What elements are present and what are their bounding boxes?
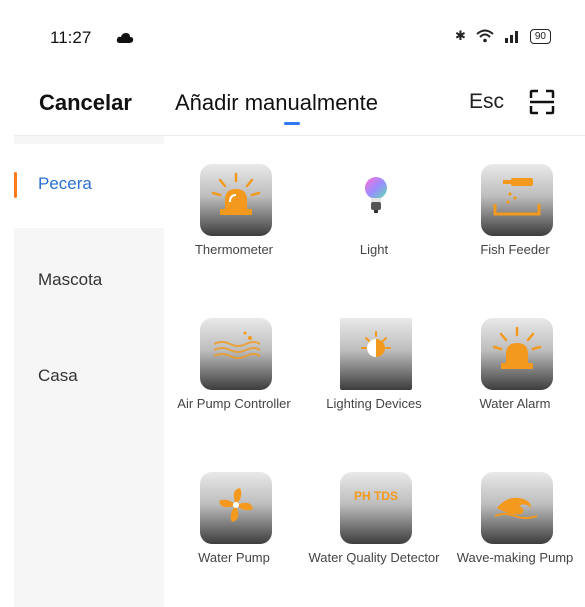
wifi-icon — [476, 29, 494, 43]
app-frame: 11:27 ✱ 90 Cancelar Añadir manualmente E… — [14, 10, 585, 607]
device-label: Water Alarm — [479, 396, 551, 411]
scan-icon[interactable] — [529, 89, 555, 115]
device-label: Thermometer — [194, 242, 274, 257]
esc-label[interactable]: Esc — [469, 90, 504, 114]
light-bulb-icon — [340, 164, 412, 236]
vibrate-icon: ✱ — [454, 28, 466, 43]
device-thermometer[interactable]: Thermometer — [164, 144, 304, 284]
device-fish-feeder[interactable]: Fish Feeder — [445, 144, 585, 284]
signal-icon — [504, 31, 518, 43]
status-time: 11:27 — [50, 28, 92, 47]
device-label: Lighting Devices — [326, 396, 422, 411]
status-icons: ✱ 90 — [455, 28, 551, 44]
battery-icon: 90 — [529, 28, 551, 44]
device-label: Light — [359, 242, 389, 257]
alarm-light-icon — [200, 164, 272, 236]
device-label: Air Pump Controller — [177, 396, 291, 411]
device-label: Wave-making Pump — [456, 550, 574, 565]
page-title: Añadir manualmente — [175, 90, 379, 115]
device-grid: Thermometer Light Fish Feeder Air Pump C… — [164, 136, 585, 607]
device-wave-making-pump[interactable]: Wave-making Pump — [445, 452, 585, 592]
lighting-devices-icon — [340, 318, 412, 390]
header: Cancelar Añadir manualmente Esc — [14, 60, 585, 136]
title-indicator — [284, 122, 300, 125]
device-air-pump-controller[interactable]: Air Pump Controller — [164, 298, 304, 438]
category-sidebar: Pecera Mascota Casa — [14, 136, 164, 607]
sidebar-item-pecera[interactable]: Pecera — [14, 144, 164, 228]
device-label: Water Pump — [198, 550, 270, 565]
device-label: Fish Feeder — [480, 242, 550, 257]
cloud-icon — [116, 33, 134, 43]
sidebar-item-casa[interactable]: Casa — [14, 336, 164, 420]
cancel-button[interactable]: Cancelar — [39, 90, 132, 116]
wave-pump-icon — [481, 472, 553, 544]
device-light[interactable]: Light — [304, 144, 444, 284]
water-pump-icon — [200, 472, 272, 544]
sidebar-item-label: Casa — [38, 366, 78, 385]
ph-tds-text: PH TDS — [354, 489, 399, 503]
status-bar: 11:27 ✱ 90 — [14, 10, 585, 60]
fish-feeder-icon — [481, 164, 553, 236]
device-water-quality-detector[interactable]: PH TDS Water Quality Detector — [304, 452, 444, 592]
device-lighting-devices[interactable]: Lighting Devices — [304, 298, 444, 438]
sidebar-item-label: Mascota — [38, 270, 103, 289]
water-alarm-icon — [481, 318, 553, 390]
ph-tds-icon: PH TDS — [340, 472, 412, 544]
sidebar-item-mascota[interactable]: Mascota — [14, 240, 164, 324]
sidebar-item-label: Pecera — [38, 174, 92, 193]
device-water-alarm[interactable]: Water Alarm — [445, 298, 585, 438]
air-pump-icon — [200, 318, 272, 390]
device-water-pump[interactable]: Water Pump — [164, 452, 304, 592]
device-label: Water Quality Detector — [308, 550, 440, 565]
